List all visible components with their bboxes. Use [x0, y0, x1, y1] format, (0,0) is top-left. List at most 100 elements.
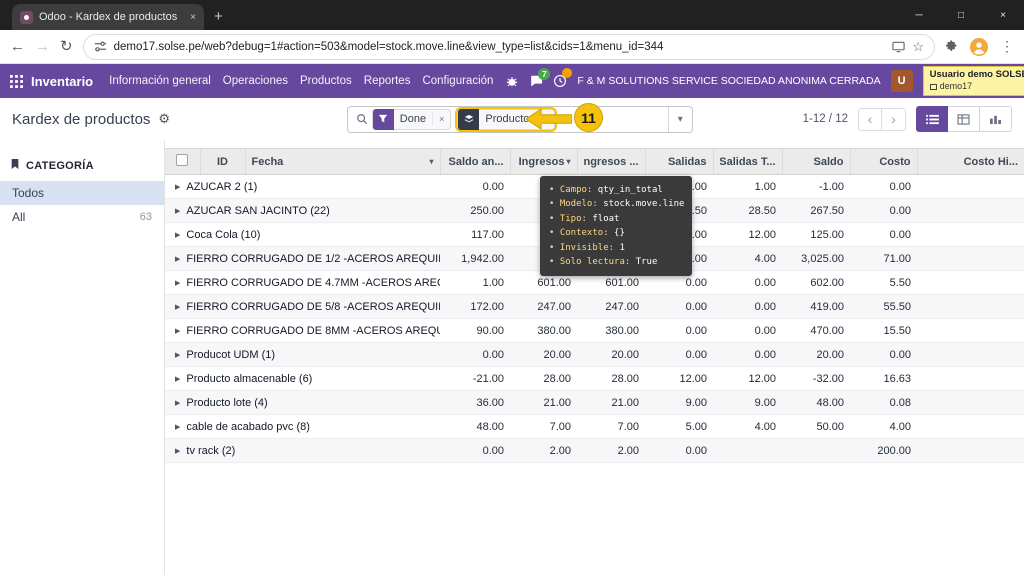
table-group-row[interactable]: ▶FIERRO CORRUGADO DE 5/8 -ACEROS AREQUIP… — [165, 295, 1024, 319]
column-header-label: Salidas T... — [720, 156, 776, 168]
column-header-salidas[interactable]: Salidas — [645, 149, 713, 175]
table-group-row[interactable]: ▶Producto lote (4)36.0021.0021.009.009.0… — [165, 391, 1024, 415]
new-tab-button[interactable]: + — [214, 8, 223, 25]
select-all-checkbox[interactable] — [176, 154, 188, 166]
sidebar-item-all[interactable]: All63 — [0, 205, 164, 229]
browser-tab[interactable]: Odoo - Kardex de productos × — [12, 4, 204, 30]
expand-caret-icon[interactable]: ▶ — [175, 448, 180, 455]
column-header-costo[interactable]: Costo — [850, 149, 917, 175]
navbar-menu-item-informaci-n-general[interactable]: Información general — [103, 75, 217, 87]
table-group-row[interactable]: ▶FIERRO CORRUGADO DE 8MM -ACEROS AREQUIP… — [165, 319, 1024, 343]
forward-button[interactable]: → — [35, 39, 50, 54]
table-group-row[interactable]: ▶cable de acabado pvc (8)48.007.007.005.… — [165, 415, 1024, 439]
table-cell: 1.00 — [440, 271, 510, 295]
expand-caret-icon[interactable]: ▶ — [175, 424, 180, 431]
expand-caret-icon[interactable]: ▶ — [175, 352, 180, 359]
table-cell — [917, 343, 1024, 367]
search-dropdown-toggle[interactable]: ▾ — [668, 107, 692, 132]
window-minimize-button[interactable]: ─ — [898, 0, 940, 30]
table-cell: 0.00 — [440, 343, 510, 367]
expand-caret-icon[interactable]: ▶ — [175, 400, 180, 407]
pager-previous-button[interactable]: ‹ — [858, 108, 882, 131]
table-cell: 4.00 — [713, 247, 782, 271]
user-menu[interactable]: Usuario demo SOLSE ▾ demo17 — [923, 66, 1024, 96]
group-name-cell: ▶FIERRO CORRUGADO DE 5/8 -ACEROS AREQUIP… — [165, 295, 440, 319]
table-cell: 200.00 — [850, 439, 917, 463]
window-controls: ─ □ × — [898, 0, 1024, 30]
table-cell: 0.00 — [850, 343, 917, 367]
search-input[interactable]: Done×Producto× ▾ — [347, 106, 693, 133]
site-info-icon[interactable] — [94, 40, 107, 53]
navbar-menu-item-reportes[interactable]: Reportes — [358, 75, 417, 87]
apps-grid-icon[interactable] — [10, 75, 23, 88]
tooltip-value: True — [636, 257, 658, 267]
navbar-menu-item-productos[interactable]: Productos — [294, 75, 358, 87]
search-facet-done[interactable]: Done× — [372, 109, 452, 130]
table-cell: 28.50 — [713, 199, 782, 223]
column-header-costo-hi[interactable]: Costo Hi... — [917, 149, 1024, 175]
profile-avatar[interactable] — [970, 38, 988, 56]
table-cell: 250.00 — [440, 199, 510, 223]
expand-caret-icon[interactable]: ▶ — [175, 232, 180, 239]
column-header-fecha[interactable]: Fecha▾ — [245, 149, 440, 175]
group-by-icon — [458, 109, 479, 130]
send-to-device-icon[interactable] — [892, 40, 905, 53]
tab-close-icon[interactable]: × — [190, 12, 196, 23]
column-header-ingresos[interactable]: Ingresos▾ — [510, 149, 577, 175]
view-graph-button[interactable] — [980, 106, 1012, 132]
group-name-cell: ▶cable de acabado pvc (8) — [165, 415, 440, 439]
category-icon — [10, 158, 20, 173]
view-list-button[interactable] — [916, 106, 948, 132]
window-close-button[interactable]: × — [982, 0, 1024, 30]
table-cell: 0.00 — [440, 439, 510, 463]
pager-next-button[interactable]: › — [882, 108, 906, 131]
column-header-id[interactable]: ID — [200, 149, 245, 175]
app-brand[interactable]: Inventario — [31, 74, 93, 89]
browser-titlebar: Odoo - Kardex de productos × + ─ □ × — [0, 0, 1024, 30]
table-group-row[interactable]: ▶Producto almacenable (6)-21.0028.0028.0… — [165, 367, 1024, 391]
expand-caret-icon[interactable]: ▶ — [175, 328, 180, 335]
table-group-row[interactable]: ▶tv rack (2)0.002.002.000.00200.00 — [165, 439, 1024, 463]
back-button[interactable]: ← — [10, 39, 25, 54]
group-name: AZUCAR SAN JACINTO (22) — [186, 205, 329, 217]
column-header-ingresos[interactable]: Ingresos ... — [577, 149, 645, 175]
table-cell: 0.00 — [713, 319, 782, 343]
action-gear-icon[interactable]: ⚙ — [158, 111, 170, 127]
expand-caret-icon[interactable]: ▶ — [175, 208, 180, 215]
extensions-icon[interactable] — [945, 40, 958, 53]
search-icon — [356, 113, 368, 125]
navbar-menu-item-operaciones[interactable]: Operaciones — [217, 75, 294, 87]
reload-button[interactable]: ↻ — [60, 39, 73, 54]
table-cell: 50.00 — [782, 415, 850, 439]
navbar-right: 7 F & M SOLUTIONS SERVICE SOCIEDAD ANONI… — [505, 66, 1024, 96]
activities-icon[interactable] — [553, 74, 567, 88]
database-icon — [930, 84, 937, 90]
expand-caret-icon[interactable]: ▶ — [175, 184, 180, 191]
column-header-saldo[interactable]: Saldo — [782, 149, 850, 175]
odoo-favicon-icon — [20, 11, 33, 24]
bookmark-star-icon[interactable]: ☆ — [912, 39, 924, 55]
group-name: FIERRO CORRUGADO DE 4.7MM -ACEROS AREQUI… — [186, 277, 440, 289]
column-header-saldo-an[interactable]: Saldo an... — [440, 149, 510, 175]
view-pivot-button[interactable] — [948, 106, 980, 132]
debug-icon[interactable] — [505, 74, 519, 88]
expand-caret-icon[interactable]: ▶ — [175, 280, 180, 287]
navbar-menu-item-configuraci-n[interactable]: Configuración — [416, 75, 499, 87]
table-group-row[interactable]: ▶Producot UDM (1)0.0020.0020.000.000.002… — [165, 343, 1024, 367]
column-header-salidas-t[interactable]: Salidas T... — [713, 149, 782, 175]
sidebar-item-todos[interactable]: Todos — [0, 181, 164, 205]
messages-icon[interactable]: 7 — [529, 74, 543, 88]
address-bar[interactable]: demo17.solse.pe/web?debug=1#action=503&m… — [83, 34, 935, 60]
browser-menu-icon[interactable]: ⋮ — [1000, 38, 1014, 55]
expand-caret-icon[interactable]: ▶ — [175, 376, 180, 383]
odoo-navbar: Inventario Información generalOperacione… — [0, 64, 1024, 98]
group-name: Producto almacenable (6) — [186, 373, 312, 385]
company-name[interactable]: F & M SOLUTIONS SERVICE SOCIEDAD ANONIMA… — [577, 75, 880, 87]
facet-remove-icon[interactable]: × — [433, 114, 450, 124]
group-name-cell: ▶ FIERRO CORRUGADO DE 4.7MM -ACEROS AREQU… — [165, 271, 440, 295]
expand-caret-icon[interactable]: ▶ — [175, 256, 180, 263]
table-cell: 0.00 — [645, 319, 713, 343]
expand-caret-icon[interactable]: ▶ — [175, 304, 180, 311]
user-avatar[interactable]: U — [891, 70, 913, 92]
window-maximize-button[interactable]: □ — [940, 0, 982, 30]
